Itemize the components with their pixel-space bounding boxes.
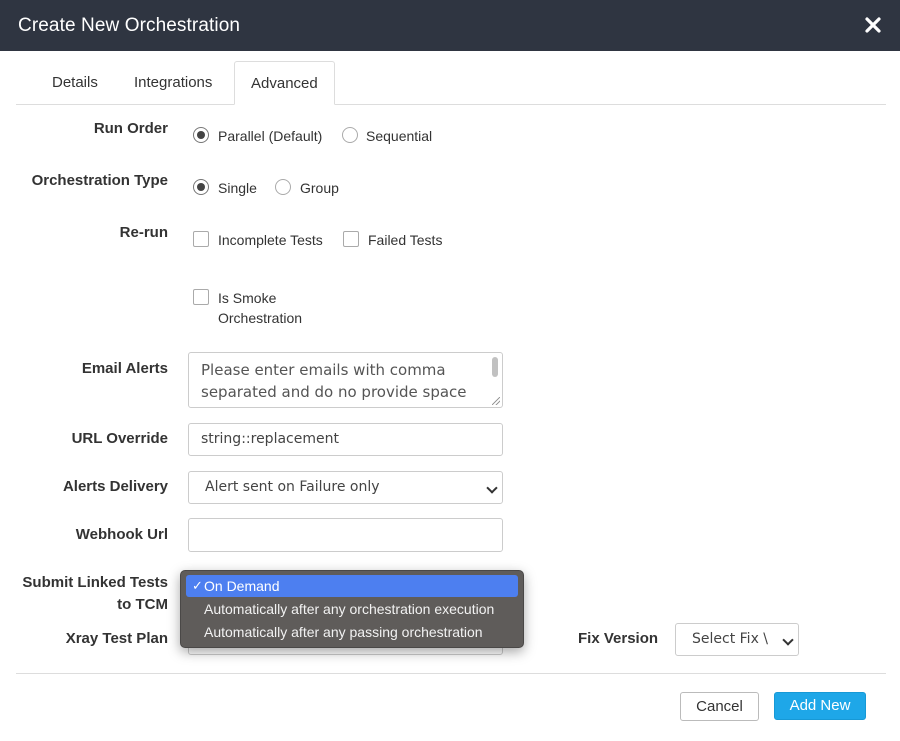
rerun-label: Re-run — [119, 224, 168, 241]
close-icon[interactable] — [864, 16, 882, 34]
dropdown-option-on-demand[interactable]: ✓ On Demand — [186, 575, 518, 597]
rerun-failed-checkbox[interactable] — [343, 231, 359, 247]
fix-version-select[interactable]: Select Fix \ — [675, 623, 799, 656]
rerun-incomplete-label: Incomplete Tests — [218, 232, 323, 248]
dropdown-option-label: Automatically after any passing orchestr… — [204, 624, 483, 640]
dropdown-option-after-any-execution[interactable]: Automatically after any orchestration ex… — [186, 598, 518, 620]
dropdown-option-label: Automatically after any orchestration ex… — [204, 601, 495, 617]
submit-linked-label-line2: to TCM — [117, 596, 168, 613]
webhook-url-input[interactable] — [188, 518, 503, 552]
dropdown-option-label: On Demand — [204, 578, 280, 594]
type-group-radio[interactable] — [275, 179, 291, 195]
submit-linked-dropdown-menu: ✓ On Demand Automatically after any orch… — [180, 570, 524, 648]
chevron-down-icon — [486, 481, 498, 494]
email-alerts-textarea[interactable]: Please enter emails with comma separated… — [188, 352, 503, 408]
dropdown-option-after-passing[interactable]: Automatically after any passing orchestr… — [186, 621, 518, 643]
dialog-header: Create New Orchestration — [0, 0, 900, 51]
rerun-incomplete-checkbox[interactable] — [193, 231, 209, 247]
footer-divider — [16, 673, 886, 674]
smoke-label-line2: Orchestration — [218, 310, 303, 326]
tab-integrations[interactable]: Integrations — [118, 61, 228, 104]
cancel-button[interactable]: Cancel — [680, 692, 759, 721]
resize-grip-icon[interactable] — [492, 397, 500, 405]
type-single-label: Single — [218, 180, 257, 196]
orchestration-type-label: Orchestration Type — [31, 172, 168, 189]
add-new-button[interactable]: Add New — [774, 692, 866, 720]
url-override-input[interactable]: string::replacement — [188, 423, 503, 456]
textarea-scrollbar[interactable] — [492, 357, 498, 377]
xray-test-plan-label: Xray Test Plan — [65, 630, 168, 647]
type-group-label: Group — [300, 180, 339, 196]
rerun-failed-label: Failed Tests — [368, 232, 443, 248]
checkmark-icon: ✓ — [192, 578, 203, 593]
chevron-down-icon — [782, 633, 794, 646]
run-order-parallel-radio[interactable] — [193, 127, 209, 143]
type-single-radio[interactable] — [193, 179, 209, 195]
url-override-label: URL Override — [71, 430, 168, 447]
fix-version-value: Select Fix \ — [692, 631, 769, 647]
email-alerts-placeholder: Please enter emails with comma separated… — [201, 361, 467, 401]
email-alerts-label: Email Alerts — [81, 360, 168, 377]
tab-advanced[interactable]: Advanced — [234, 61, 335, 105]
run-order-parallel-label: Parallel (Default) — [218, 128, 323, 144]
fix-version-label: Fix Version — [578, 630, 659, 647]
smoke-checkbox[interactable] — [193, 289, 209, 305]
alerts-delivery-select[interactable]: Alert sent on Failure only — [188, 471, 503, 504]
run-order-label: Run Order — [93, 120, 168, 137]
tab-details[interactable]: Details — [36, 61, 114, 104]
tab-bar: Details Integrations Advanced — [16, 61, 886, 105]
webhook-url-label: Webhook Url — [75, 526, 168, 543]
alerts-delivery-value: Alert sent on Failure only — [205, 479, 380, 495]
dialog-title: Create New Orchestration — [18, 15, 241, 36]
smoke-label-line1: Is Smoke — [218, 290, 277, 306]
alerts-delivery-label: Alerts Delivery — [62, 478, 168, 495]
run-order-sequential-label: Sequential — [366, 128, 433, 144]
submit-linked-label-line1: Submit Linked Tests — [22, 574, 168, 591]
run-order-sequential-radio[interactable] — [342, 127, 358, 143]
